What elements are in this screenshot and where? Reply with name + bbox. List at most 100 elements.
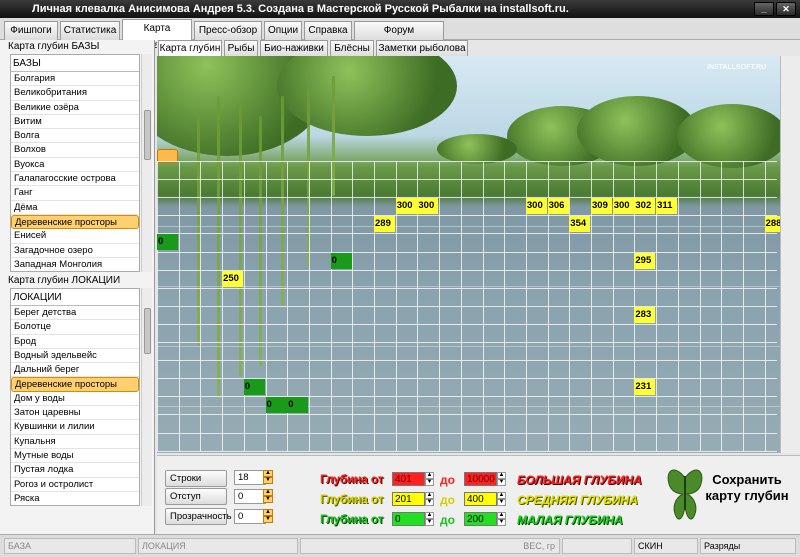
depth-cell[interactable]: 0: [265, 397, 287, 414]
chevron-down-icon[interactable]: ▼: [425, 479, 434, 486]
location-list-item[interactable]: Дальний берег: [11, 363, 139, 378]
chevron-up-icon[interactable]: ▲: [497, 512, 506, 519]
depth-cell[interactable]: 295: [634, 252, 656, 269]
depth-cell[interactable]: 231: [634, 379, 656, 396]
location-list-item[interactable]: Затон царевны: [11, 406, 139, 421]
chevron-up-icon[interactable]: ▲: [425, 512, 434, 519]
depth-cell[interactable]: 354: [569, 216, 591, 233]
tab-press-review[interactable]: Пресс-обзор: [194, 21, 262, 40]
location-list-item[interactable]: Болотце: [11, 320, 139, 335]
depth-cell[interactable]: 289: [374, 216, 395, 233]
depth-cell[interactable]: 300: [417, 198, 439, 215]
location-list-item[interactable]: Деревенские просторы: [11, 377, 139, 392]
depth-cell[interactable]: 306: [547, 198, 569, 215]
mid-to-stepper[interactable]: ▲ ▼: [497, 492, 506, 506]
location-list-item[interactable]: Кувшинки и лилии: [11, 420, 139, 435]
big-from-stepper[interactable]: ▲ ▼: [425, 472, 434, 486]
tab-location-map[interactable]: Карта локаций: [122, 19, 192, 51]
tab-forum[interactable]: Форум InstallSoft.ru: [354, 21, 444, 53]
base-list-item[interactable]: Западная Монголия: [11, 258, 139, 271]
base-list-item[interactable]: Волга: [11, 129, 139, 144]
location-list-item[interactable]: Берег детства: [11, 306, 139, 321]
depth-cell[interactable]: 0: [330, 252, 352, 269]
base-list-item[interactable]: Болгария: [11, 72, 139, 87]
skin-select[interactable]: СКИН: [634, 538, 698, 554]
base-list-item[interactable]: Загадочное озеро: [11, 244, 139, 258]
chevron-up-icon[interactable]: ▲: [497, 492, 506, 499]
tab-depth-map[interactable]: Карта глубин: [158, 40, 222, 56]
chevron-up-icon[interactable]: ▲: [425, 472, 434, 479]
base-list-item[interactable]: Вуокса: [11, 158, 139, 173]
location-list-item[interactable]: Пустая лодка: [11, 463, 139, 478]
location-list-item[interactable]: Дом у воды: [11, 392, 139, 407]
location-list-item[interactable]: Рогоз и остролист: [11, 478, 139, 492]
tab-bio-baits[interactable]: Био-наживки: [260, 40, 328, 56]
small-from-stepper[interactable]: ▲ ▼: [425, 512, 434, 526]
depth-cell[interactable]: 300: [395, 198, 417, 215]
depth-cell[interactable]: 309: [591, 198, 612, 215]
locations-scrollbar[interactable]: [141, 288, 152, 506]
base-list-item[interactable]: Ганг: [11, 186, 139, 201]
chevron-down-icon[interactable]: ▼: [263, 516, 273, 523]
base-list-item[interactable]: Великобритания: [11, 86, 139, 101]
base-list-item[interactable]: Витим: [11, 115, 139, 130]
save-button-label[interactable]: Сохранить карту глубин: [701, 472, 793, 504]
chevron-up-icon[interactable]: ▲: [263, 509, 273, 516]
tab-help[interactable]: Справка: [304, 21, 352, 40]
chevron-down-icon[interactable]: ▼: [425, 499, 434, 506]
depth-cell[interactable]: 300: [612, 198, 634, 215]
location-list-item[interactable]: Водный эдельвейс: [11, 349, 139, 364]
chevron-up-icon[interactable]: ▲: [263, 470, 273, 477]
depth-cell[interactable]: 0: [157, 234, 178, 251]
tab-fishes[interactable]: Рыбы: [224, 40, 258, 56]
chevron-down-icon[interactable]: ▼: [497, 499, 506, 506]
mid-depth-to-input[interactable]: 400: [464, 492, 497, 506]
location-list-item[interactable]: Купальня: [11, 435, 139, 449]
locations-scroll-thumb[interactable]: [144, 308, 151, 354]
chevron-up-icon[interactable]: ▲: [497, 472, 506, 479]
tab-spoons[interactable]: Блёсны: [330, 40, 374, 56]
depth-cell[interactable]: 0: [243, 379, 265, 396]
tab-statistics[interactable]: Статистика: [60, 21, 120, 40]
tab-options[interactable]: Опции: [264, 21, 302, 40]
mid-depth-from-input[interactable]: 201: [392, 492, 425, 506]
depth-cell[interactable]: 283: [634, 306, 656, 323]
chevron-down-icon[interactable]: ▼: [497, 479, 506, 486]
depth-cell[interactable]: 250: [222, 270, 244, 287]
minimize-button[interactable]: _: [754, 2, 774, 16]
location-list-item[interactable]: Брод: [11, 335, 139, 349]
indent-stepper[interactable]: ▲ ▼: [263, 489, 273, 504]
base-list-item[interactable]: Великие озёра: [11, 101, 139, 115]
small-to-stepper[interactable]: ▲ ▼: [497, 512, 506, 526]
chevron-up-icon[interactable]: ▲: [425, 492, 434, 499]
base-list-item[interactable]: Деревенские просторы: [11, 214, 139, 230]
base-list-item[interactable]: Волхов: [11, 143, 139, 158]
depth-cell[interactable]: 311: [656, 198, 678, 215]
transparency-input[interactable]: 0: [234, 509, 266, 524]
chevron-down-icon[interactable]: ▼: [263, 496, 273, 503]
chevron-down-icon[interactable]: ▼: [425, 519, 434, 526]
base-list-item[interactable]: Дёма: [11, 201, 139, 215]
bases-scroll-thumb[interactable]: [144, 110, 151, 160]
rows-input[interactable]: 18: [234, 470, 266, 485]
tab-angler-notes[interactable]: Заметки рыболова: [376, 40, 468, 56]
big-to-stepper[interactable]: ▲ ▼: [497, 472, 506, 486]
rows-stepper[interactable]: ▲ ▼: [263, 470, 273, 485]
big-depth-from-input[interactable]: 401: [392, 472, 425, 486]
depth-cell[interactable]: 300: [525, 198, 547, 215]
close-button[interactable]: ✕: [776, 2, 796, 16]
ranks-select[interactable]: Разряды: [700, 538, 796, 554]
small-depth-to-input[interactable]: 200: [464, 512, 497, 526]
bases-scrollbar[interactable]: [141, 54, 152, 272]
chevron-down-icon[interactable]: ▼: [497, 519, 506, 526]
small-depth-from-input[interactable]: 0: [392, 512, 425, 526]
indent-input[interactable]: 0: [234, 489, 266, 504]
big-depth-to-input[interactable]: 10000: [464, 472, 497, 486]
tab-fishpogi[interactable]: Фишпоги: [4, 21, 58, 40]
location-list-item[interactable]: Ряска: [11, 492, 139, 505]
location-list-item[interactable]: Мутные воды: [11, 449, 139, 464]
depth-cell[interactable]: 0: [287, 397, 309, 414]
mid-from-stepper[interactable]: ▲ ▼: [425, 492, 434, 506]
base-list-item[interactable]: Галапагосские острова: [11, 172, 139, 187]
chevron-down-icon[interactable]: ▼: [263, 477, 273, 484]
